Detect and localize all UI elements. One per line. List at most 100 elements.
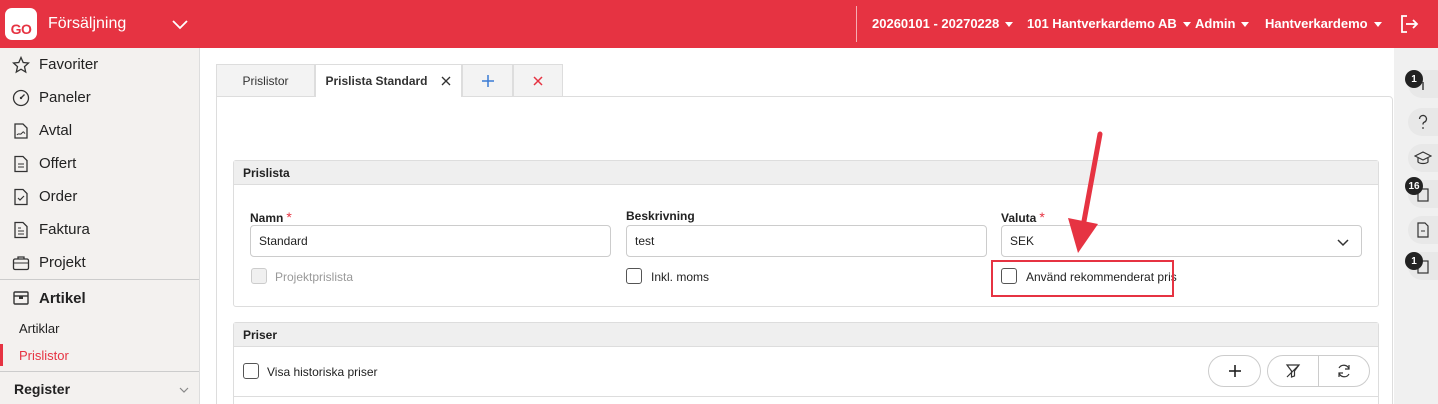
file-icon (1417, 222, 1429, 238)
sidebar-item-avtal[interactable]: Avtal (0, 114, 199, 147)
contract-icon (11, 121, 31, 141)
sidebar-item-label: Order (39, 188, 78, 205)
app-logo[interactable]: GO (5, 8, 37, 40)
chevron-down-icon[interactable] (170, 14, 190, 34)
company-label: 101 Hantverkardemo AB (1027, 16, 1177, 31)
user-label: Admin (1195, 16, 1236, 31)
sidebar-item-projekt[interactable]: Projekt (0, 246, 199, 279)
annotation-arrow-icon (1068, 131, 1103, 253)
tab-label: Prislista Standard (325, 74, 428, 88)
tab-content: Prislista Namn * Standard Beskrivning tes… (216, 96, 1393, 404)
workspace-label: Hantverkardemo (1265, 16, 1368, 31)
currency-label-text: Valuta (1001, 211, 1037, 225)
attachments-button[interactable] (1408, 216, 1438, 244)
order-icon (11, 187, 31, 207)
briefcase-icon (11, 253, 31, 273)
caret-down-icon (1182, 22, 1191, 28)
sidebar-section-label: Artikel (39, 289, 86, 307)
close-icon[interactable] (440, 75, 452, 87)
panel-title: Prislista (234, 161, 1378, 185)
close-all-tabs-button[interactable] (513, 64, 563, 96)
refresh-button[interactable] (1319, 356, 1370, 386)
sidebar-item-label: Avtal (39, 122, 73, 139)
info-badge: 1 (1405, 70, 1423, 88)
chevron-down-icon (1337, 239, 1349, 247)
user-menu[interactable]: Admin (1195, 16, 1250, 31)
company-selector[interactable]: 101 Hantverkardemo AB (1027, 16, 1191, 31)
prislista-panel: Prislista Namn * Standard Beskrivning tes… (233, 160, 1379, 307)
project-pricelist-checkbox[interactable] (251, 268, 267, 284)
add-tab-button[interactable] (462, 64, 513, 96)
sidebar-item-offert[interactable]: Offert (0, 147, 199, 180)
logout-icon[interactable] (1398, 13, 1420, 35)
question-icon (1418, 114, 1428, 129)
sidebar: Favoriter Paneler Avtal Offert Order Fak… (0, 48, 200, 404)
period-label: 20260101 - 20270228 (872, 16, 1000, 31)
sidebar-item-paneler[interactable]: Paneler (0, 81, 199, 114)
help-button[interactable] (1408, 108, 1438, 136)
required-marker: * (286, 209, 292, 225)
tab-label: Prislistor (242, 73, 289, 88)
caret-down-icon (1241, 22, 1250, 28)
chevron-down-icon[interactable] (178, 384, 190, 396)
name-input[interactable]: Standard (250, 225, 611, 257)
currency-select[interactable]: SEK (1001, 225, 1362, 257)
refresh-icon (1338, 364, 1350, 378)
currency-value: SEK (1010, 234, 1035, 248)
box-icon (11, 288, 31, 308)
sidebar-item-label: Paneler (39, 89, 91, 106)
documents-badge: 16 (1405, 177, 1423, 195)
show-history-label: Visa historiska priser (267, 365, 378, 379)
caret-down-icon (1373, 22, 1382, 28)
panel-title: Priser (234, 323, 1378, 347)
sidebar-subitem-prislistor[interactable]: Prislistor (19, 348, 69, 363)
tab-prislistor[interactable]: Prislistor (216, 64, 315, 96)
tab-prislista-standard[interactable]: Prislista Standard (315, 64, 462, 97)
period-selector[interactable]: 20260101 - 20270228 (872, 16, 1014, 31)
add-price-button[interactable] (1208, 355, 1261, 387)
description-input[interactable]: test (626, 225, 987, 257)
right-rail: 1 16 1 (1394, 48, 1438, 404)
grid-actions-group (1267, 355, 1370, 387)
incl-vat-checkbox[interactable] (626, 268, 642, 284)
main-content: Prislistor Prislista Standard Prislista … (200, 48, 1394, 404)
sidebar-item-label: Offert (39, 155, 77, 172)
sidebar-item-label: Faktura (39, 221, 90, 238)
description-label: Beskrivning (626, 209, 695, 223)
annotation-highlight-box (991, 260, 1174, 297)
workspace-menu[interactable]: Hantverkardemo (1265, 16, 1382, 31)
sidebar-item-label: Projekt (39, 254, 86, 271)
sidebar-item-favoriter[interactable]: Favoriter (0, 48, 199, 81)
gauge-icon (11, 88, 31, 108)
topbar-divider (856, 6, 857, 42)
top-bar: GO Försäljning 20260101 - 20270228 101 H… (0, 0, 1438, 48)
caret-down-icon (1005, 22, 1014, 28)
currency-label: Valuta * (1001, 209, 1045, 225)
project-pricelist-label: Projektprislista (275, 270, 354, 284)
invoice-icon (11, 220, 31, 240)
sidebar-item-order[interactable]: Order (0, 180, 199, 213)
sidebar-section-register[interactable]: Register (14, 381, 70, 397)
document-icon (11, 154, 31, 174)
show-history-checkbox[interactable] (243, 363, 259, 379)
sidebar-subitem-artiklar[interactable]: Artiklar (19, 321, 59, 336)
sidebar-item-label: Favoriter (39, 56, 99, 73)
close-icon (533, 75, 543, 86)
required-marker: * (1039, 209, 1045, 225)
priser-panel: Priser Visa historiska priser (233, 322, 1379, 404)
graduation-cap-icon (1414, 151, 1432, 165)
plus-icon (481, 74, 494, 87)
sidebar-divider (0, 371, 199, 372)
sidebar-section-artikel[interactable]: Artikel (0, 280, 199, 316)
name-label-text: Namn (250, 211, 284, 225)
filter-clear-icon (1285, 364, 1300, 378)
sidebar-item-faktura[interactable]: Faktura (0, 213, 199, 246)
name-label: Namn * (250, 209, 292, 225)
academy-button[interactable] (1408, 144, 1438, 172)
incl-vat-label: Inkl. moms (651, 270, 710, 284)
notes-badge: 1 (1405, 252, 1423, 270)
clear-filter-button[interactable] (1268, 356, 1319, 386)
active-indicator (0, 344, 3, 366)
app-title[interactable]: Försäljning (48, 15, 126, 33)
star-icon (11, 55, 31, 75)
